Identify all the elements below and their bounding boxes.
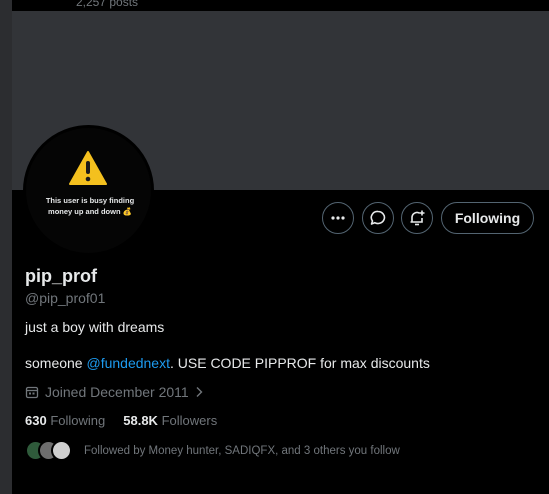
- joined-text: Joined December 2011: [45, 384, 189, 400]
- followed-by[interactable]: Followed by Money hunter, SADIQFX, and 3…: [25, 440, 400, 461]
- following-count: 630: [25, 413, 47, 428]
- bio-text: someone: [25, 355, 87, 371]
- bell-plus-icon: [410, 210, 425, 226]
- posts-count: 2,257 posts: [76, 0, 139, 9]
- chevron-right-icon: [196, 387, 203, 397]
- message-button[interactable]: [362, 202, 394, 234]
- bio-line-2: someone @fundednext. USE CODE PIPPROF fo…: [25, 355, 430, 371]
- mention-link[interactable]: @fundednext: [86, 355, 170, 371]
- calendar-icon: [25, 386, 39, 399]
- bio-line-1: just a boy with dreams: [25, 319, 165, 335]
- follow-stats: 630 Following 58.8K Followers: [25, 413, 217, 428]
- joined-date[interactable]: Joined December 2011: [25, 384, 203, 400]
- followers-label: Followers: [161, 413, 218, 428]
- following-button[interactable]: Following: [441, 202, 534, 234]
- chat-bubble-icon: [370, 210, 386, 225]
- profile-avatar[interactable]: This user is busy finding money up and d…: [23, 125, 154, 256]
- more-dots-icon: [331, 216, 345, 220]
- warning-icon: [69, 151, 107, 185]
- following-stat[interactable]: 630 Following: [25, 413, 105, 428]
- bio-text-end: . USE CODE PIPPROF for max discounts: [169, 355, 430, 371]
- avatar-message: This user is busy finding money up and d…: [45, 196, 135, 216]
- following-label: Following: [50, 413, 106, 428]
- user-handle: @pip_prof01: [25, 290, 106, 306]
- follower-avatar: [51, 440, 72, 461]
- notifications-button[interactable]: [401, 202, 433, 234]
- left-panel-edge: [0, 0, 12, 494]
- header-strip: 2,257 posts: [12, 0, 549, 11]
- display-name: pip_prof: [25, 266, 97, 286]
- more-button[interactable]: [322, 202, 354, 234]
- avatar-image: This user is busy finding money up and d…: [26, 128, 151, 253]
- followers-count: 58.8K: [123, 413, 158, 428]
- followers-stat[interactable]: 58.8K Followers: [123, 413, 217, 428]
- followed-by-text: Followed by Money hunter, SADIQFX, and 3…: [84, 444, 400, 457]
